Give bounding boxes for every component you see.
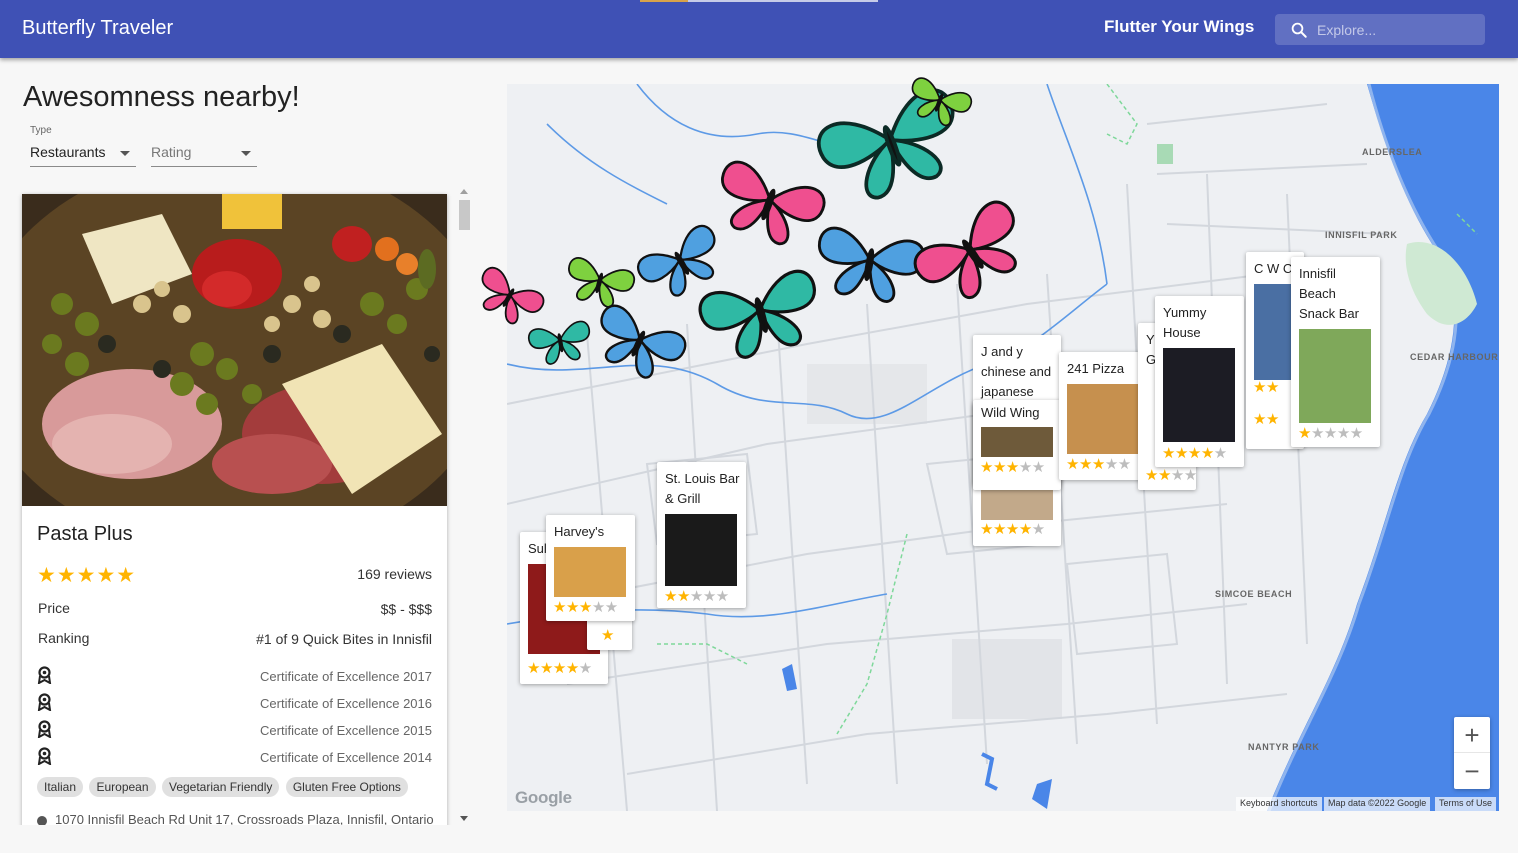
- ranking-value: #1 of 9 Quick Bites in Innisfil: [256, 631, 432, 647]
- address-text: 1070 Innisfil Beach Rd Unit 17, Crossroa…: [55, 812, 434, 825]
- scroll-down-arrow-icon[interactable]: [460, 816, 468, 821]
- place-card[interactable]: Pasta Plus ★★★★★ 169 reviews Price $$ - …: [22, 194, 447, 825]
- rating-stars: ★★★★★: [553, 599, 618, 616]
- rating-stars: ★★★★★: [527, 660, 592, 677]
- rating-stars: ★★★★★: [1066, 456, 1131, 473]
- type-filter-select[interactable]: Restaurants: [30, 140, 136, 167]
- scroll-thumb[interactable]: [459, 200, 470, 230]
- google-logo[interactable]: Google: [515, 788, 572, 808]
- map-place-title: Yummy House: [1163, 305, 1207, 340]
- award-row: Certificate of Excellence 2016: [37, 693, 432, 713]
- loading-indicator: [640, 0, 688, 2]
- app-tagline: Flutter Your Wings: [1104, 17, 1255, 36]
- award-text: Certificate of Excellence 2015: [260, 723, 432, 738]
- location-pin-icon: [34, 813, 50, 825]
- chevron-down-icon: [241, 151, 251, 156]
- terms-of-use-link[interactable]: Terms of Use: [1435, 797, 1497, 811]
- map-place-label: INNISFIL PARK: [1325, 230, 1398, 240]
- search-icon: [1291, 22, 1307, 38]
- map-place-label: NANTYR PARK: [1248, 742, 1320, 752]
- map-place-title: St. Louis Bar & Grill: [665, 471, 740, 506]
- place-thumbnail: [1163, 348, 1235, 442]
- place-thumbnail: [1299, 329, 1371, 423]
- map-place-card[interactable]: Innisfil Beach Snack Bar ★★★★★: [1291, 257, 1380, 447]
- search-input[interactable]: [1317, 18, 1477, 41]
- cuisine-chip[interactable]: Gluten Free Options: [285, 777, 408, 797]
- award-text: Certificate of Excellence 2016: [260, 696, 432, 711]
- chevron-down-icon: [120, 151, 130, 156]
- award-row: Certificate of Excellence 2014: [37, 747, 432, 767]
- map-place-card[interactable]: Harvey's ★★★★★: [546, 515, 635, 621]
- zoom-out-button[interactable]: −: [1454, 753, 1490, 789]
- cuisine-chip[interactable]: Vegetarian Friendly: [161, 777, 280, 797]
- map-place-title: Innisfil Beach Snack Bar: [1299, 266, 1359, 321]
- place-thumbnail: [1067, 384, 1139, 454]
- rating-stars: ★★: [1253, 379, 1279, 396]
- ranking-label: Ranking: [38, 630, 90, 646]
- award-icon: [37, 666, 52, 684]
- type-filter-value: Restaurants: [30, 144, 106, 160]
- type-filter-label: Type: [30, 125, 52, 136]
- map-place-label: ALDERSLEA: [1362, 147, 1423, 157]
- map-place-title: J and y chinese and japanese: [981, 344, 1052, 399]
- award-icon: [37, 747, 52, 765]
- list-scrollbar[interactable]: [457, 185, 472, 825]
- rating-stars: ★★★★★: [1162, 445, 1227, 462]
- map-place-card[interactable]: Yummy House ★★★★★: [1155, 296, 1244, 467]
- rating-filter-select[interactable]: Rating: [151, 140, 257, 167]
- rating-stars: ★★★★: [1145, 467, 1196, 484]
- loading-indicator-track: [688, 0, 878, 2]
- place-thumbnail: [554, 547, 626, 597]
- price-value: $$ - $$$: [380, 601, 432, 617]
- rating-stars: ★★★★★: [980, 521, 1045, 538]
- rating-filter-placeholder: Rating: [151, 144, 192, 160]
- map-place-title: Sul: [528, 541, 547, 556]
- review-count: 169 reviews: [357, 566, 432, 582]
- map-place-label: CEDAR HARBOUR: [1410, 352, 1499, 362]
- map-place-title: Wild Wing: [981, 405, 1040, 420]
- map-data-attribution[interactable]: Map data ©2022 Google: [1324, 797, 1431, 811]
- app-title[interactable]: Butterfly Traveler: [22, 17, 173, 40]
- page-title: Awesomness nearby!: [23, 81, 300, 113]
- cuisine-chip[interactable]: European: [89, 777, 156, 797]
- rating-stars: ★★★★★: [37, 564, 137, 587]
- map-place-card[interactable]: St. Louis Bar & Grill ★★★★★: [657, 462, 746, 608]
- map-place-card[interactable]: Wild Wing ★★★★★: [973, 400, 1061, 490]
- rating-stars: ★★★★★: [1298, 425, 1363, 442]
- search-box[interactable]: [1275, 14, 1485, 45]
- map-place-card[interactable]: 241 Pizza ★★★★★: [1059, 352, 1147, 480]
- map-place-title: Harvey's: [554, 524, 605, 539]
- keyboard-shortcuts-link[interactable]: Keyboard shortcuts: [1236, 797, 1322, 811]
- price-label: Price: [38, 600, 70, 616]
- scroll-up-arrow-icon[interactable]: [460, 189, 468, 194]
- address: 1070 Innisfil Beach Rd Unit 17, Crossroa…: [34, 812, 434, 825]
- rating-stars: ★★★★★: [664, 588, 729, 605]
- award-text: Certificate of Excellence 2017: [260, 669, 432, 684]
- map-place-label: SIMCOE BEACH: [1215, 589, 1293, 599]
- map-view[interactable]: ALDERSLEA INNISFIL PARK CEDAR HARBOUR SI…: [507, 84, 1499, 811]
- zoom-control: + −: [1454, 717, 1490, 789]
- zoom-in-button[interactable]: +: [1454, 717, 1490, 753]
- cuisine-chip[interactable]: Italian: [37, 777, 84, 797]
- award-icon: [37, 693, 52, 711]
- app-bar: Butterfly Traveler Flutter Your Wings: [0, 0, 1518, 58]
- map-place-title: 241 Pizza: [1067, 361, 1125, 376]
- award-icon: [37, 720, 52, 738]
- place-photo: [22, 194, 447, 506]
- place-thumbnail: [981, 486, 1053, 520]
- cuisine-chips: Italian European Vegetarian Friendly Glu…: [37, 777, 410, 797]
- rating-stars: ★: [601, 627, 614, 644]
- rating-stars: ★★: [1253, 411, 1279, 428]
- places-list[interactable]: Pasta Plus ★★★★★ 169 reviews Price $$ - …: [0, 182, 470, 825]
- place-thumbnail: [1254, 284, 1294, 380]
- place-thumbnail: [665, 514, 737, 586]
- rating-stars: ★★★★★: [980, 459, 1045, 476]
- award-text: Certificate of Excellence 2014: [260, 750, 432, 765]
- place-name: Pasta Plus: [37, 523, 133, 545]
- award-row: Certificate of Excellence 2017: [37, 666, 432, 686]
- award-row: Certificate of Excellence 2015: [37, 720, 432, 740]
- place-thumbnail: [981, 427, 1053, 457]
